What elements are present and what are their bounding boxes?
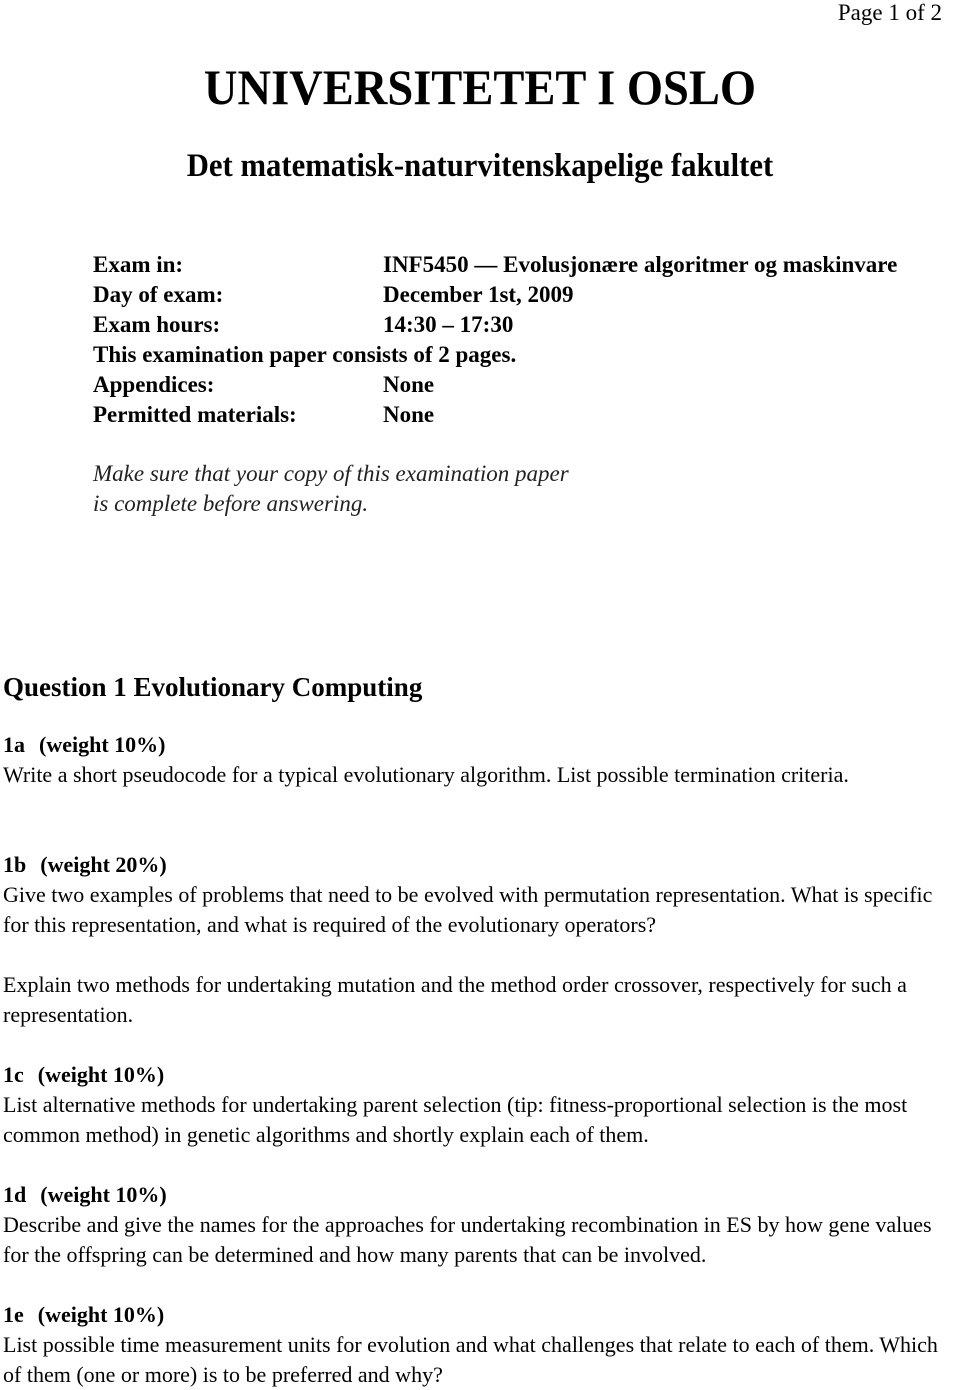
completeness-notice: Make sure that your copy of this examina…	[93, 459, 569, 519]
part-weight: (weight 20%)	[40, 852, 167, 877]
part-heading: 1a (weight 10%)	[3, 730, 948, 760]
materials-value: None	[383, 402, 435, 427]
notice-line: Make sure that your copy of this examina…	[93, 461, 569, 486]
exam-in-label: Exam in:	[93, 252, 184, 277]
pages-note: This examination paper consists of 2 pag…	[93, 342, 517, 367]
question-part-1c: 1c (weight 10%) List alternative methods …	[3, 1060, 948, 1150]
day-label: Day of exam:	[93, 282, 224, 307]
part-text: Give two examples of problems that need …	[3, 882, 933, 937]
appendices-label: Appendices:	[93, 372, 215, 397]
part-id: 1c	[3, 1062, 24, 1087]
notice-line: is complete before answering.	[93, 491, 369, 516]
question-part-1d: 1d (weight 10%) Describe and give the nam…	[3, 1180, 948, 1270]
question-title: Question 1 Evolutionary Computing	[3, 672, 423, 702]
part-text: List possible time measurement units for…	[3, 1332, 938, 1387]
part-id: 1d	[3, 1182, 27, 1207]
question-part-1e: 1e (weight 10%) List possible time measur…	[3, 1300, 948, 1390]
exam-in-value: INF5450 — Evolusjonære algoritmer og mas…	[383, 252, 898, 277]
part-id: 1e	[3, 1302, 24, 1327]
part-id: 1b	[3, 852, 27, 877]
day-value: December 1st, 2009	[383, 282, 574, 307]
question-part-1b: 1b (weight 20%) Give two examples of prob…	[3, 850, 948, 1030]
part-text: Explain two methods for undertaking muta…	[3, 972, 907, 1027]
part-text: List alternative methods for undertaking…	[3, 1092, 908, 1147]
appendices-value: None	[383, 372, 435, 397]
part-weight: (weight 10%)	[37, 1302, 165, 1327]
part-heading: 1d (weight 10%)	[3, 1180, 948, 1210]
part-text: Describe and give the names for the appr…	[3, 1212, 932, 1267]
part-heading: 1e (weight 10%)	[3, 1300, 948, 1330]
part-id: 1a	[3, 732, 25, 757]
hours-label: Exam hours:	[93, 312, 221, 337]
question-part-1a: 1a (weight 10%) Write a short pseudocode …	[3, 730, 948, 790]
part-weight: (weight 10%)	[37, 1062, 165, 1087]
materials-label: Permitted materials:	[93, 402, 297, 427]
part-weight: (weight 10%)	[39, 732, 166, 757]
part-heading: 1c (weight 10%)	[3, 1060, 948, 1090]
faculty-subtitle: Det matematisk-naturvitenskapelige fakul…	[186, 148, 774, 184]
page-indicator: Page 1 of 2	[837, 0, 942, 25]
part-heading: 1b (weight 20%)	[3, 850, 948, 880]
part-text: Write a short pseudocode for a typical e…	[3, 762, 849, 787]
part-weight: (weight 10%)	[40, 1182, 167, 1207]
university-title: UNIVERSITETET I OSLO	[203, 59, 757, 115]
hours-value: 14:30 – 17:30	[383, 312, 514, 337]
